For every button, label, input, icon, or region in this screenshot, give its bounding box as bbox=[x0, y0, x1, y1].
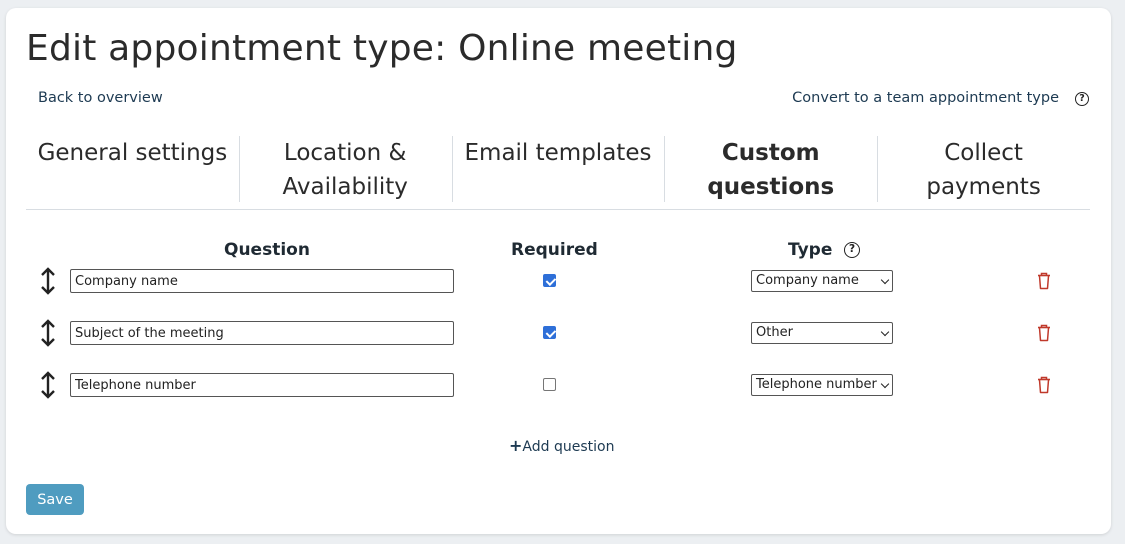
trash-icon[interactable] bbox=[1036, 272, 1052, 290]
back-to-overview-link[interactable]: Back to overview bbox=[38, 90, 163, 106]
type-select[interactable]: Company name bbox=[751, 270, 893, 292]
tab-custom-questions[interactable]: Custom questions bbox=[664, 135, 877, 209]
convert-team-type-link[interactable]: Convert to a team appointment type bbox=[792, 90, 1059, 106]
add-question-label: Add question bbox=[522, 439, 615, 455]
type-select-value: Company name bbox=[756, 273, 859, 288]
page-title: Edit appointment type: Online meeting bbox=[26, 28, 738, 69]
question-column-header: Question bbox=[224, 240, 310, 260]
convert-help-icon[interactable]: ? bbox=[1075, 92, 1089, 106]
required-column-header: Required bbox=[511, 240, 598, 260]
type-select[interactable]: Telephone number bbox=[751, 374, 893, 396]
tab-label: Email templates bbox=[464, 140, 652, 166]
question-row: Other bbox=[6, 318, 1111, 348]
tab-label-line2: Availability bbox=[282, 174, 408, 200]
tab-location-availability[interactable]: Location & Availability bbox=[238, 135, 452, 209]
up-down-arrow-icon[interactable] bbox=[39, 266, 57, 296]
tab-email-templates[interactable]: Email templates bbox=[451, 135, 665, 209]
question-row: Company name bbox=[6, 266, 1111, 296]
tab-label: Collect bbox=[944, 140, 1023, 166]
trash-icon[interactable] bbox=[1036, 376, 1052, 394]
plus-icon: + bbox=[509, 436, 523, 455]
type-select[interactable]: Other bbox=[751, 322, 893, 344]
add-question-link[interactable]: +Add question bbox=[509, 436, 614, 455]
up-down-arrow-icon[interactable] bbox=[39, 370, 57, 400]
appointment-type-card: Edit appointment type: Online meeting Ba… bbox=[6, 8, 1111, 534]
tab-label-line2: questions bbox=[707, 174, 835, 200]
settings-tabs: General settings Location & Availability… bbox=[26, 135, 1090, 210]
type-column-header: Type bbox=[788, 240, 833, 260]
type-help-icon[interactable]: ? bbox=[844, 242, 860, 258]
chevron-down-icon bbox=[880, 379, 890, 389]
save-button[interactable]: Save bbox=[26, 484, 84, 515]
tab-label: Custom bbox=[721, 140, 820, 166]
required-checkbox[interactable] bbox=[543, 326, 556, 339]
tab-collect-payments[interactable]: Collect payments bbox=[877, 135, 1090, 209]
trash-icon[interactable] bbox=[1036, 324, 1052, 342]
question-input[interactable] bbox=[70, 269, 454, 293]
type-select-value: Telephone number bbox=[756, 377, 877, 392]
chevron-down-icon bbox=[880, 327, 890, 337]
question-input[interactable] bbox=[70, 321, 454, 345]
up-down-arrow-icon[interactable] bbox=[39, 318, 57, 348]
chevron-down-icon bbox=[880, 275, 890, 285]
tab-label: General settings bbox=[37, 140, 228, 166]
tab-general-settings[interactable]: General settings bbox=[26, 135, 239, 209]
tab-label-line2: payments bbox=[926, 174, 1041, 200]
question-input[interactable] bbox=[70, 373, 454, 397]
required-checkbox[interactable] bbox=[543, 274, 556, 287]
type-select-value: Other bbox=[756, 325, 793, 340]
required-checkbox[interactable] bbox=[543, 378, 556, 391]
tab-label: Location & bbox=[283, 140, 407, 166]
question-row: Telephone number bbox=[6, 370, 1111, 400]
